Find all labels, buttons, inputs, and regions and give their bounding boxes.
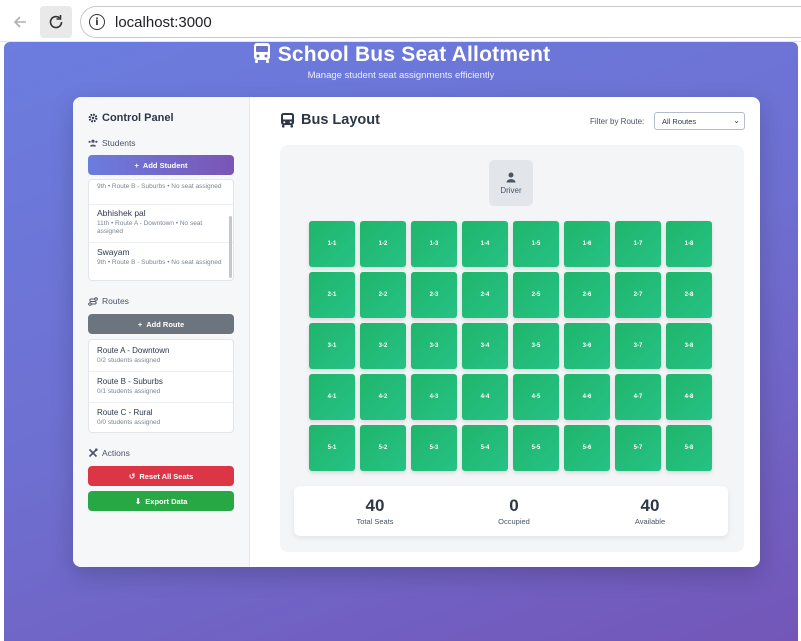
seat-button[interactable]: 4-7	[615, 374, 661, 420]
reload-button[interactable]	[40, 6, 72, 38]
seat-button[interactable]: 5-5	[513, 425, 559, 471]
undo-icon: ↺	[128, 471, 136, 481]
seat-button[interactable]: 4-6	[564, 374, 610, 420]
address-bar[interactable]: i localhost:3000	[80, 6, 801, 38]
add-student-button[interactable]: + Add Student	[88, 155, 234, 175]
seat-button[interactable]: 2-1	[309, 272, 355, 318]
routes-section-label: Routes	[88, 296, 129, 306]
seat-button[interactable]: 5-8	[666, 425, 712, 471]
page-title: School Bus Seat Allotment	[4, 42, 798, 70]
bus-seat-area: Driver 1-1 1-2 1-3 1-4 1-5 1-6 1-7 1-8 2-1 2-2 2-3…	[280, 145, 744, 552]
bus-layout-panel: Bus Layout Filter by Route: All Routes ⌄…	[250, 97, 760, 567]
plus-icon: +	[134, 160, 139, 170]
routes-list: Route A - Downtown 0/2 students assigned…	[88, 339, 234, 433]
divider	[89, 402, 233, 403]
seat-button[interactable]: 3-1	[309, 323, 355, 369]
driver-seat: Driver	[489, 160, 533, 206]
seat-button[interactable]: 4-3	[411, 374, 457, 420]
seat-statistics: 40 Total Seats 0 Occupied 40 Available	[294, 486, 728, 536]
back-arrow-icon	[13, 16, 26, 28]
control-panel: Control Panel Students + Add Student 9th…	[73, 97, 250, 567]
site-info-icon[interactable]: i	[89, 14, 105, 30]
list-item[interactable]: 9th • Route B - Suburbs • No seat assign…	[97, 181, 225, 191]
route-item-c[interactable]: Route C - Rural 0/0 students assigned	[97, 408, 227, 426]
route-item-b[interactable]: Route B - Suburbs 0/1 students assigned	[97, 377, 227, 395]
seat-button[interactable]: 1-3	[411, 221, 457, 267]
seat-button[interactable]: 4-2	[360, 374, 406, 420]
tools-icon	[88, 448, 98, 458]
reset-all-seats-button[interactable]: ↺ Reset All Seats	[88, 466, 234, 486]
add-route-button[interactable]: + Add Route	[88, 314, 234, 334]
seat-button[interactable]: 2-3	[411, 272, 457, 318]
route-filter-select[interactable]: All Routes ⌄	[654, 112, 745, 130]
page-title-text: School Bus Seat Allotment	[277, 43, 551, 66]
list-item[interactable]: Abhishek pal 11th • Route A - Downtown •…	[97, 208, 225, 236]
stat-available: 40 Available	[634, 496, 666, 526]
seat-button[interactable]: 4-5	[513, 374, 559, 420]
users-icon	[88, 139, 98, 147]
seat-button[interactable]: 1-1	[309, 221, 355, 267]
stat-total: 40 Total Seats	[356, 496, 394, 526]
list-item[interactable]: Swayam 9th • Route B - Suburbs • No seat…	[97, 247, 225, 267]
seat-button[interactable]: 1-2	[360, 221, 406, 267]
chevron-down-icon: ⌄	[733, 116, 740, 125]
page-subtitle: Manage student seat assignments efficien…	[307, 70, 495, 81]
seat-button[interactable]: 1-6	[564, 221, 610, 267]
seat-button[interactable]: 3-5	[513, 323, 559, 369]
students-list[interactable]: 9th • Route B - Suburbs • No seat assign…	[88, 179, 234, 281]
seat-button[interactable]: 2-2	[360, 272, 406, 318]
divider	[89, 242, 233, 243]
page-background: School Bus Seat Allotment Manage student…	[4, 42, 798, 641]
stat-occupied: 0 Occupied	[498, 496, 530, 526]
bus-layout-title: Bus Layout	[280, 112, 380, 128]
seat-button[interactable]: 3-7	[615, 323, 661, 369]
seat-button[interactable]: 3-2	[360, 323, 406, 369]
app-card: Control Panel Students + Add Student 9th…	[73, 97, 760, 567]
seat-button[interactable]: 4-1	[309, 374, 355, 420]
actions-section-label: Actions	[88, 448, 130, 458]
seat-button[interactable]: 5-4	[462, 425, 508, 471]
gear-icon	[88, 113, 98, 123]
scrollbar[interactable]	[229, 216, 232, 278]
divider	[89, 371, 233, 372]
back-button[interactable]	[4, 6, 36, 38]
download-icon: ⬇	[134, 496, 142, 506]
route-icon	[88, 296, 98, 306]
bus-icon	[281, 113, 294, 128]
seat-button[interactable]: 1-4	[462, 221, 508, 267]
seat-button[interactable]: 2-7	[615, 272, 661, 318]
seat-button[interactable]: 2-4	[462, 272, 508, 318]
seat-button[interactable]: 5-1	[309, 425, 355, 471]
seat-button[interactable]: 4-8	[666, 374, 712, 420]
seat-button[interactable]: 3-6	[564, 323, 610, 369]
user-icon	[506, 172, 516, 182]
seat-button[interactable]: 3-4	[462, 323, 508, 369]
seat-button[interactable]: 3-3	[411, 323, 457, 369]
seat-button[interactable]: 1-5	[513, 221, 559, 267]
url-text: localhost:3000	[115, 13, 212, 31]
browser-toolbar: i localhost:3000	[0, 0, 801, 42]
route-item-a[interactable]: Route A - Downtown 0/2 students assigned	[97, 346, 227, 364]
reload-icon	[49, 15, 63, 29]
seat-button[interactable]: 5-7	[615, 425, 661, 471]
seat-button[interactable]: 3-8	[666, 323, 712, 369]
divider	[89, 204, 233, 205]
seat-button[interactable]: 5-3	[411, 425, 457, 471]
seat-button[interactable]: 1-8	[666, 221, 712, 267]
seat-button[interactable]: 2-6	[564, 272, 610, 318]
students-section-label: Students	[88, 138, 136, 148]
bus-icon	[252, 42, 272, 70]
seat-button[interactable]: 5-2	[360, 425, 406, 471]
control-panel-title: Control Panel	[88, 112, 174, 124]
filter-label: Filter by Route:	[590, 117, 645, 126]
seat-button[interactable]: 2-5	[513, 272, 559, 318]
plus-icon: +	[137, 319, 143, 329]
seat-button[interactable]: 5-6	[564, 425, 610, 471]
seat-button[interactable]: 2-8	[666, 272, 712, 318]
export-data-button[interactable]: ⬇ Export Data	[88, 491, 234, 511]
seat-button[interactable]: 4-4	[462, 374, 508, 420]
seat-button[interactable]: 1-7	[615, 221, 661, 267]
